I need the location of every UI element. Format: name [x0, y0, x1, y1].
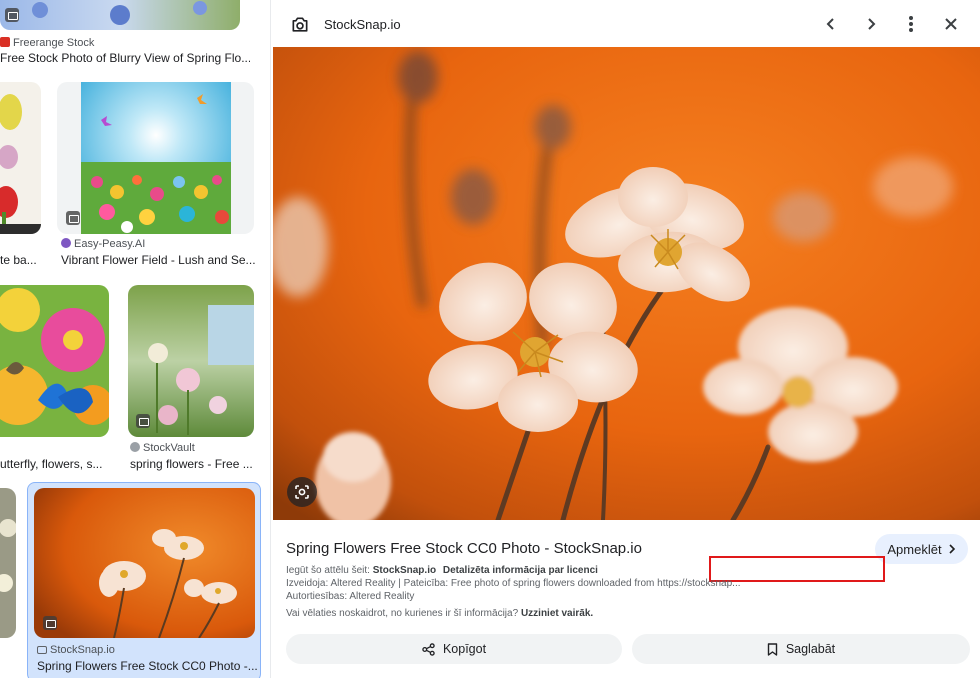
learn-more-link[interactable]: Uzziniet vairāk.	[521, 608, 593, 619]
result-thumbnail-4[interactable]	[0, 285, 109, 437]
source-site-link[interactable]: StockSnap.io	[373, 565, 436, 576]
flower-field-image	[81, 82, 231, 234]
result-thumbnail-1[interactable]	[0, 0, 240, 30]
result-source-label: StockSnap.io	[50, 644, 115, 656]
result-title[interactable]: spring flowers - Free ...	[130, 457, 255, 471]
feedback-line: Vai vēlaties noskaidrot, no kurienes ir …	[286, 608, 593, 619]
butterfly-flowers-image	[0, 285, 109, 437]
image-badge-icon	[5, 8, 19, 22]
result-source-label: StockVault	[143, 442, 195, 454]
image-badge-icon	[136, 414, 150, 428]
freerange-favicon-icon	[0, 37, 10, 47]
camera-icon	[287, 12, 313, 38]
image-badge-icon	[66, 211, 80, 225]
result-title[interactable]: Spring Flowers Free Stock CC0 Photo -...	[37, 659, 257, 673]
easypeasy-favicon-icon	[61, 238, 71, 248]
result-title[interactable]: te ba...	[0, 253, 40, 267]
preview-image[interactable]	[273, 47, 980, 520]
image-title[interactable]: Spring Flowers Free Stock CC0 Photo - St…	[286, 540, 642, 557]
chevron-right-icon	[949, 544, 955, 554]
copyright-line: Autortiesības: Altered Reality	[286, 591, 415, 602]
white-flowers-image	[0, 488, 16, 638]
more-vert-icon[interactable]	[899, 12, 923, 36]
chevron-right-icon[interactable]	[859, 12, 883, 36]
image-preview-panel: StockSnap.io Spring Flowers Free Stock C…	[270, 0, 980, 678]
result-thumbnail-3[interactable]	[57, 82, 254, 234]
share-label: Kopīgot	[442, 642, 487, 656]
image-badge-icon	[43, 616, 57, 630]
result-thumbnail-7[interactable]	[34, 488, 255, 638]
result-title[interactable]: Free Stock Photo of Blurry View of Sprin…	[0, 51, 250, 65]
result-title[interactable]: utterfly, flowers, s...	[0, 457, 108, 471]
license-details-link[interactable]: Detalizēta informācija par licenci	[443, 565, 598, 576]
blue-flowers-image	[0, 0, 240, 30]
visit-button-label: Apmeklēt	[887, 541, 942, 557]
result-source-label: Easy-Peasy.AI	[74, 238, 146, 250]
result-source-label: Freerange Stock	[13, 37, 95, 49]
tulips-image	[0, 82, 41, 234]
visit-button[interactable]: Apmeklēt	[875, 534, 968, 564]
chevron-left-icon[interactable]	[819, 12, 843, 36]
preview-header: StockSnap.io	[271, 0, 980, 48]
share-icon	[422, 642, 435, 656]
close-icon[interactable]	[939, 12, 963, 36]
result-source[interactable]: StockSnap.io	[37, 644, 115, 656]
share-button[interactable]: Kopīgot	[286, 634, 622, 664]
feedback-question: Vai vēlaties noskaidrot, no kurienes ir …	[286, 608, 519, 619]
save-label: Saglabāt	[785, 642, 836, 656]
result-thumbnail-2[interactable]	[0, 82, 41, 234]
stockvault-favicon-icon	[130, 442, 140, 452]
source-line: Iegūt šo attēlu šeit: StockSnap.io Detal…	[286, 565, 598, 576]
camera-favicon-icon	[37, 646, 47, 654]
site-name[interactable]: StockSnap.io	[324, 17, 401, 32]
lens-icon[interactable]	[287, 477, 317, 507]
result-title[interactable]: Vibrant Flower Field - Lush and Se...	[61, 253, 256, 267]
result-source[interactable]: Freerange Stock	[0, 37, 94, 49]
result-source[interactable]: Easy-Peasy.AI	[61, 238, 145, 250]
result-thumbnail-6[interactable]	[0, 488, 16, 638]
save-button[interactable]: Saglabāt	[632, 634, 970, 664]
result-source[interactable]: StockVault	[130, 442, 195, 454]
bookmark-icon	[767, 642, 778, 656]
source-prefix: Iegūt šo attēlu šeit:	[286, 565, 370, 576]
spring-flowers-photo	[273, 47, 980, 520]
creator-line: Izveidoja: Altered Reality | Pateicība: …	[286, 578, 741, 589]
image-results-grid: Freerange Stock Free Stock Photo of Blur…	[0, 0, 266, 678]
orange-spring-flowers-image	[34, 488, 255, 638]
